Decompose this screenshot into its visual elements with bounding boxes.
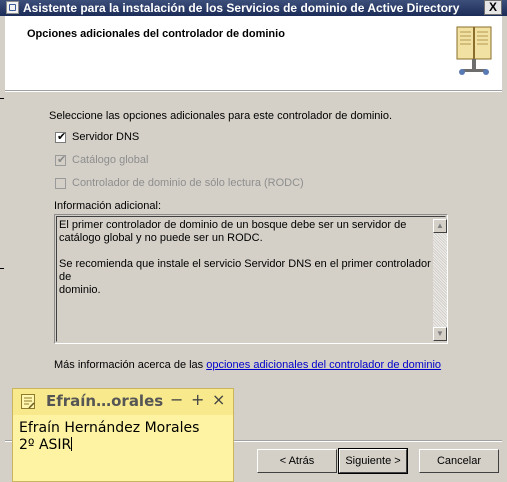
more-info: Más información acerca de las opciones a… [54, 359, 441, 371]
info-text: El primer controlador de dominio de un b… [59, 219, 431, 296]
back-button[interactable]: < Atrás [257, 449, 337, 473]
info-label: Información adicional: [54, 200, 162, 212]
global-catalog-checkbox: ✔ [55, 154, 67, 166]
title-bar[interactable]: Asistente para la instalación de los Ser… [0, 0, 507, 16]
page-title: Opciones adicionales del controlador de … [27, 28, 285, 40]
app-icon [6, 1, 19, 14]
rodc-label: Controlador de dominio de sólo lectura (… [72, 177, 304, 189]
scroll-down-icon[interactable]: ▼ [433, 327, 447, 341]
check-mark-icon: ✔ [57, 131, 67, 143]
sticky-note-content[interactable]: Efraín Hernández Morales 2º ASIR [19, 420, 199, 454]
info-textbox[interactable]: El primer controlador de dominio de un b… [54, 214, 448, 344]
dns-server-checkbox[interactable]: ✔ [55, 131, 67, 143]
window-title: Asistente para la instalación de los Ser… [23, 1, 460, 15]
info-textbox-frame: El primer controlador de dominio de un b… [56, 216, 447, 342]
book-icon [456, 26, 492, 75]
instruction-text: Seleccione las opciones adicionales para… [49, 110, 393, 122]
minimize-icon[interactable]: − [170, 390, 183, 409]
close-button[interactable]: X [484, 0, 502, 15]
add-icon[interactable]: + [191, 390, 204, 409]
sticky-note[interactable]: Efraín…orales − + × Efraín Hernández Mor… [12, 388, 234, 482]
more-info-link[interactable]: opciones adicionales del controlador de … [206, 359, 441, 371]
more-info-prefix: Más información acerca de las [54, 359, 207, 371]
edge-tick [0, 98, 4, 99]
wizard-header: Opciones adicionales del controlador de … [5, 16, 502, 91]
edge-tick [0, 268, 4, 269]
sticky-note-titlebar[interactable]: Efraín…orales − + × [13, 389, 233, 415]
info-scrollbar[interactable]: ▲ ▼ [433, 219, 447, 341]
sticky-line-1: Efraín Hernández Morales [19, 420, 200, 436]
cancel-button[interactable]: Cancelar [419, 449, 499, 473]
global-catalog-label: Catálogo global [72, 154, 149, 166]
next-button[interactable]: Siguiente > [338, 448, 408, 474]
rodc-checkbox [55, 178, 66, 189]
sticky-note-icon [21, 394, 35, 409]
sticky-note-title: Efraín…orales [46, 392, 164, 410]
sticky-line-2: 2º ASIR [19, 437, 72, 453]
installer-window: Asistente para la instalación de los Ser… [0, 0, 507, 482]
scroll-up-icon[interactable]: ▲ [433, 219, 447, 233]
text-caret [71, 437, 73, 451]
dns-server-label: Servidor DNS [72, 131, 140, 143]
check-mark-icon: ✔ [57, 154, 67, 166]
window-frame-right [502, 16, 507, 482]
close-icon[interactable]: × [212, 390, 225, 409]
